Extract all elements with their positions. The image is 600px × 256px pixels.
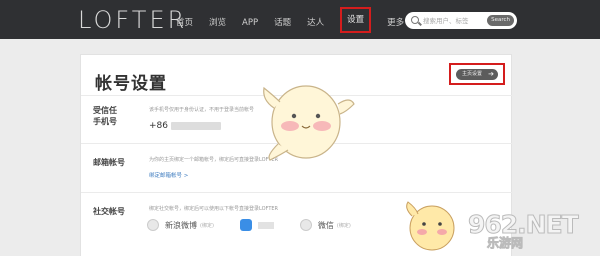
nav-topics[interactable]: 话题 (274, 16, 291, 30)
nav-home[interactable]: 首页 (176, 16, 193, 30)
weibo-icon (147, 219, 159, 231)
nav-app[interactable]: APP (242, 16, 258, 30)
nav-more-label: 更多 (387, 17, 405, 28)
home-settings-button[interactable]: 主页设置 ➔ (456, 69, 498, 80)
bind-email-link[interactable]: 绑定邮箱帐号 > (149, 171, 188, 179)
lofter-logo[interactable]: LOFTER (78, 7, 187, 33)
page-title: 帐号设置 (95, 74, 167, 94)
phone-mask (171, 121, 221, 130)
social-wechat-tag: (绑定) (336, 222, 351, 229)
phone-label: 受信任 手机号 (93, 105, 117, 127)
social-weibo[interactable]: 新浪微博 (绑定) (147, 219, 214, 231)
social-wechat[interactable]: 微信 (绑定) (299, 219, 351, 231)
watermark-mascot (406, 201, 455, 251)
search-box: Search (405, 12, 517, 29)
phone-label-line1: 受信任 (93, 106, 117, 115)
phone-description: 该手机号仅用于身份认证，不用于登录当前帐号 (149, 107, 255, 113)
phone-number: +86 (149, 121, 221, 131)
phone-prefix: +86 (149, 121, 168, 131)
social-description: 绑定社交帐号，绑定后可以使用以下帐号直接登录LOFTER (149, 206, 279, 212)
watermark-subtext: 乐游网 (487, 236, 524, 251)
wechat-icon (299, 219, 312, 231)
top-nav-bar: LOFTER 首页 浏览 APP 话题 达人 设置 更多▼ Search (0, 0, 600, 39)
email-label: 邮箱帐号 (93, 158, 125, 167)
social-weibo-name: 新浪微博 (165, 220, 197, 230)
mascot-illustration (263, 85, 355, 161)
nav-experts[interactable]: 达人 (307, 16, 324, 30)
social-accounts: 新浪微博 (绑定) 微信 (绑定) (147, 219, 377, 231)
search-icon (411, 16, 419, 24)
main-nav: 首页 浏览 APP 话题 达人 设置 更多▼ (176, 7, 427, 33)
social-label: 社交帐号 (93, 207, 125, 216)
search-button[interactable]: Search (487, 15, 514, 26)
social-wechat-name: 微信 (317, 220, 334, 230)
social-qq[interactable] (239, 219, 274, 231)
social-weibo-tag: (绑定) (200, 222, 214, 229)
nav-browse[interactable]: 浏览 (209, 16, 226, 30)
divider (81, 192, 513, 193)
qq-name-mask (257, 221, 274, 229)
search-input[interactable] (423, 14, 489, 27)
arrow-right-icon: ➔ (488, 70, 494, 78)
home-settings-highlight: 主页设置 ➔ (449, 63, 505, 85)
phone-label-line2: 手机号 (93, 117, 117, 126)
home-settings-label: 主页设置 (462, 71, 483, 77)
qq-icon (239, 219, 252, 231)
nav-settings[interactable]: 设置 (340, 7, 372, 33)
